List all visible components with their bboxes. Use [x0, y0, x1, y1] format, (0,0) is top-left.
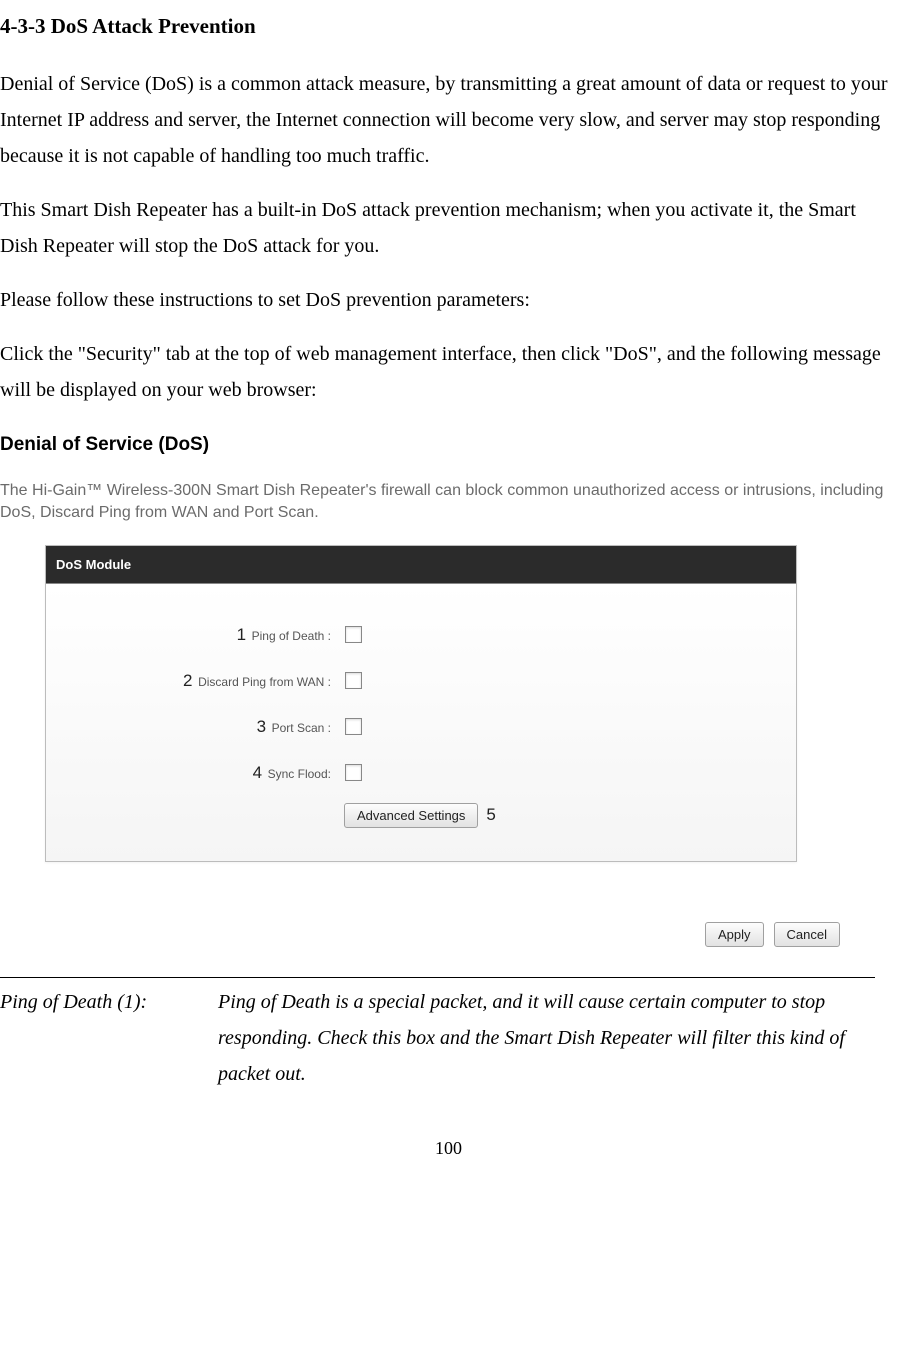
apply-cancel-row: Apply Cancel — [45, 922, 840, 947]
parameter-name: Ping of Death (1): — [0, 984, 218, 1092]
row-port-scan: 3 Port Scan : — [56, 708, 786, 744]
dos-panel-description: The Hi-Gain™ Wireless-300N Smart Dish Re… — [0, 480, 897, 525]
callout-number-5: 5 — [486, 800, 495, 831]
callout-number-1: 1 — [237, 620, 246, 651]
parameter-divider — [0, 977, 875, 978]
callout-number-2: 2 — [183, 666, 192, 697]
checkbox-port-scan[interactable] — [345, 718, 362, 735]
row-discard-ping-wan: 2 Discard Ping from WAN : — [56, 662, 786, 698]
paragraph-3: Please follow these instructions to set … — [0, 282, 897, 318]
label-sync-flood: Sync Flood: — [268, 767, 331, 781]
dos-panel-title: Denial of Service (DoS) — [0, 428, 897, 462]
section-heading: 4-3-3 DoS Attack Prevention — [0, 8, 897, 46]
apply-button[interactable]: Apply — [705, 922, 764, 947]
row-sync-flood: 4 Sync Flood: — [56, 754, 786, 790]
parameter-description: Ping of Death is a special packet, and i… — [218, 984, 897, 1092]
module-body: 1 Ping of Death : 2 Discard Ping from WA… — [46, 584, 796, 861]
parameter-row: Ping of Death (1): Ping of Death is a sp… — [0, 984, 897, 1092]
label-port-scan: Port Scan : — [272, 721, 331, 735]
label-ping-of-death: Ping of Death : — [252, 629, 331, 643]
paragraph-2: This Smart Dish Repeater has a built-in … — [0, 192, 897, 264]
paragraph-1: Denial of Service (DoS) is a common atta… — [0, 66, 897, 174]
embedded-screenshot: Denial of Service (DoS) The Hi-Gain™ Wir… — [0, 428, 897, 947]
callout-number-4: 4 — [253, 758, 262, 789]
checkbox-ping-of-death[interactable] — [345, 626, 362, 643]
checkbox-sync-flood[interactable] — [345, 764, 362, 781]
page-number: 100 — [0, 1132, 897, 1164]
paragraph-4: Click the "Security" tab at the top of w… — [0, 336, 897, 408]
checkbox-discard-ping-wan[interactable] — [345, 672, 362, 689]
advanced-settings-row: Advanced Settings 5 — [344, 800, 786, 831]
callout-number-3: 3 — [257, 712, 266, 743]
module-header: DoS Module — [46, 546, 796, 584]
row-ping-of-death: 1 Ping of Death : — [56, 616, 786, 652]
advanced-settings-button[interactable]: Advanced Settings — [344, 803, 478, 828]
dos-module-panel: DoS Module 1 Ping of Death : 2 Discard P… — [45, 545, 797, 862]
label-discard-ping-wan: Discard Ping from WAN : — [198, 675, 331, 689]
cancel-button[interactable]: Cancel — [774, 922, 840, 947]
